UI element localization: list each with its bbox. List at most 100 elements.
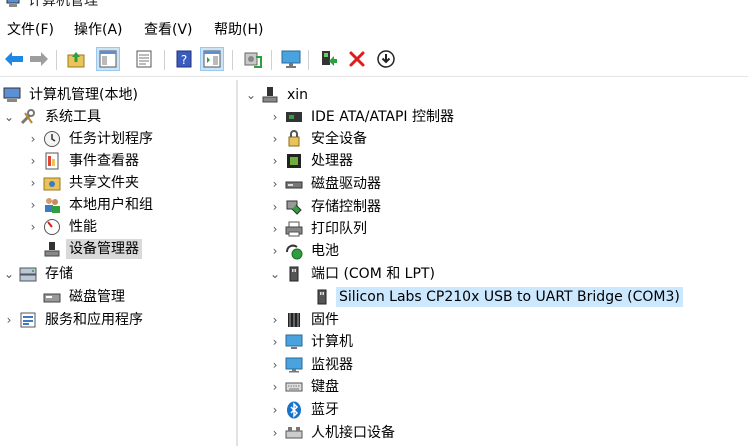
- device-category-label: 处理器: [311, 153, 353, 169]
- tree-item-shared-folders[interactable]: › 共享文件夹: [26, 172, 142, 194]
- device-category-label: 电池: [311, 243, 339, 259]
- svg-text:?: ?: [181, 53, 187, 67]
- chevron-right-icon[interactable]: ›: [268, 380, 282, 394]
- device-category-security[interactable]: › 安全设备: [268, 128, 370, 150]
- red-x-icon: [349, 51, 365, 67]
- processor-icon: [284, 151, 304, 171]
- toolbar-separator: [308, 50, 309, 70]
- properties-sheet-button[interactable]: [132, 47, 156, 71]
- clock-icon: [42, 129, 62, 149]
- chevron-right-icon[interactable]: ›: [26, 154, 40, 168]
- menu-action[interactable]: 操作(A): [74, 21, 123, 39]
- chevron-down-icon[interactable]: ⌄: [2, 110, 16, 124]
- tree-item-performance[interactable]: › 性能: [26, 216, 100, 238]
- device-category-batteries[interactable]: › 电池: [268, 240, 342, 262]
- chevron-right-icon[interactable]: ›: [26, 198, 40, 212]
- chevron-right-icon[interactable]: ›: [268, 403, 282, 417]
- chevron-right-icon[interactable]: ›: [268, 132, 282, 146]
- ide-controller-icon: [284, 107, 304, 127]
- tree-item-label: 系统工具: [45, 109, 101, 125]
- menu-help[interactable]: 帮助(H): [214, 21, 263, 39]
- disable-device-button[interactable]: [374, 47, 398, 71]
- printer-icon: [284, 219, 304, 239]
- help-icon: ?: [176, 50, 192, 68]
- port-icon: [312, 287, 332, 307]
- device-category-processor[interactable]: › 处理器: [268, 150, 356, 172]
- device-category-ports[interactable]: ⌄ 端口 (COM 和 LPT): [268, 263, 438, 285]
- disk-management-icon: [42, 287, 62, 307]
- chevron-right-icon[interactable]: ›: [268, 110, 282, 124]
- tree-item-system-tools[interactable]: ⌄ 系统工具: [2, 106, 104, 128]
- tree-item-computer-management[interactable]: 计算机管理(本地): [0, 84, 141, 106]
- chevron-down-icon[interactable]: ⌄: [244, 88, 258, 102]
- chevron-right-icon[interactable]: ›: [268, 426, 282, 440]
- tree-item-disk-management[interactable]: 磁盘管理: [40, 286, 128, 308]
- tree-item-local-users-groups[interactable]: › 本地用户和组: [26, 194, 156, 216]
- chevron-right-icon[interactable]: ›: [268, 335, 282, 349]
- device-category-firmware[interactable]: › 固件: [268, 309, 342, 331]
- device-tree: ⌄ xin › IDE ATA/ATAPI 控制器 › 安全设备 › 处理器 ›…: [238, 80, 748, 446]
- device-category-computer[interactable]: › 计算机: [268, 331, 356, 353]
- help-button[interactable]: ?: [172, 47, 196, 71]
- tree-item-storage[interactable]: ⌄ 存储: [2, 263, 76, 285]
- update-driver-button[interactable]: [279, 47, 303, 71]
- device-category-label: 蓝牙: [311, 402, 339, 418]
- device-category-hid[interactable]: › 人机接口设备: [268, 422, 398, 444]
- chevron-right-icon[interactable]: ›: [268, 200, 282, 214]
- tree-item-label: 性能: [69, 219, 97, 235]
- event-viewer-icon: [42, 151, 62, 171]
- toolbar-separator: [232, 50, 233, 70]
- device-category-label: 端口 (COM 和 LPT): [311, 266, 435, 282]
- device-category-label: 计算机: [311, 334, 353, 350]
- chevron-right-icon[interactable]: ›: [268, 358, 282, 372]
- shared-folder-icon: [42, 173, 62, 193]
- menu-file[interactable]: 文件(F): [7, 21, 54, 39]
- device-item-cp210x[interactable]: Silicon Labs CP210x USB to UART Bridge (…: [310, 286, 683, 308]
- chevron-right-icon[interactable]: ›: [268, 177, 282, 191]
- tree-item-task-scheduler[interactable]: › 任务计划程序: [26, 128, 156, 150]
- device-category-ide[interactable]: › IDE ATA/ATAPI 控制器: [268, 106, 457, 128]
- forward-button[interactable]: [27, 47, 51, 71]
- device-category-bluetooth[interactable]: › 蓝牙: [268, 399, 342, 421]
- device-category-disk-drives[interactable]: › 磁盘驱动器: [268, 173, 384, 195]
- keyboard-icon: [284, 377, 304, 397]
- tree-item-device-manager[interactable]: 设备管理器: [40, 238, 142, 260]
- menu-view[interactable]: 查看(V): [144, 21, 193, 39]
- chevron-right-icon[interactable]: ›: [268, 222, 282, 236]
- show-hide-action-pane-button[interactable]: [200, 47, 224, 71]
- enable-device-button[interactable]: [316, 47, 340, 71]
- device-category-keyboards[interactable]: › 键盘: [268, 376, 342, 398]
- device-category-label: 监视器: [311, 357, 353, 373]
- device-category-monitors[interactable]: › 监视器: [268, 354, 356, 376]
- tree-item-label: 磁盘管理: [69, 289, 125, 305]
- tree-item-label: 本地用户和组: [69, 197, 153, 213]
- chevron-down-icon[interactable]: ⌄: [2, 267, 16, 281]
- up-level-button[interactable]: [64, 47, 88, 71]
- disk-drive-icon: [284, 174, 304, 194]
- services-icon: [18, 310, 38, 330]
- chevron-right-icon[interactable]: ›: [26, 176, 40, 190]
- tree-item-event-viewer[interactable]: › 事件查看器: [26, 150, 142, 172]
- chevron-right-icon[interactable]: ›: [268, 313, 282, 327]
- device-item-label: Silicon Labs CP210x USB to UART Bridge (…: [336, 287, 683, 307]
- chevron-right-icon[interactable]: ›: [26, 132, 40, 146]
- enable-device-icon: [322, 51, 337, 66]
- tree-item-services-applications[interactable]: › 服务和应用程序: [2, 309, 146, 331]
- scan-hardware-changes-button[interactable]: [241, 47, 265, 71]
- chevron-right-icon[interactable]: ›: [268, 154, 282, 168]
- chevron-right-icon[interactable]: ›: [26, 220, 40, 234]
- users-icon: [42, 195, 62, 215]
- device-tree-root[interactable]: ⌄ xin: [244, 84, 311, 106]
- chevron-right-icon[interactable]: ›: [268, 244, 282, 258]
- toolbar-separator: [164, 50, 165, 70]
- show-hide-console-tree-button[interactable]: [96, 47, 120, 71]
- device-category-print-queues[interactable]: › 打印队列: [268, 218, 370, 240]
- chevron-right-icon[interactable]: ›: [2, 313, 16, 327]
- uninstall-device-button[interactable]: [345, 47, 369, 71]
- chevron-down-icon[interactable]: ⌄: [268, 267, 282, 281]
- toolbar: ?: [0, 44, 748, 77]
- computer-management-icon: [2, 85, 22, 105]
- action-pane-icon: [203, 50, 221, 68]
- back-button[interactable]: [2, 47, 26, 71]
- device-category-storage-controllers[interactable]: › 存储控制器: [268, 196, 384, 218]
